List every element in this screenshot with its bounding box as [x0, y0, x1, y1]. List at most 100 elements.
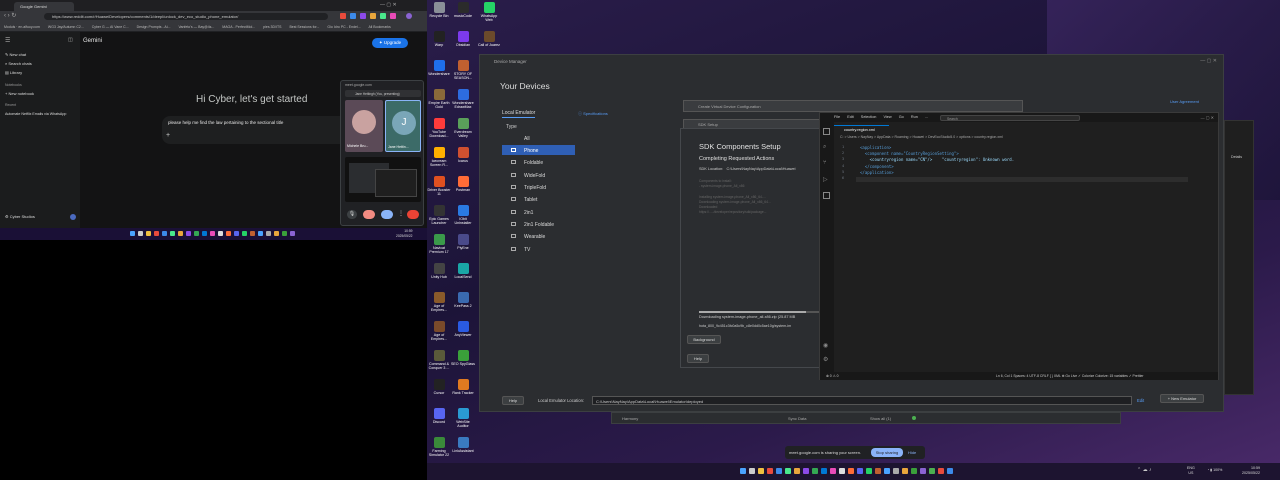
app-icon[interactable] [218, 231, 223, 236]
help-button[interactable]: Help [502, 396, 524, 405]
bookmark[interactable]: Best Sessions for... [289, 25, 319, 29]
menu-edit[interactable]: Edit [847, 115, 854, 119]
bookmark[interactable]: Moduls · en.alfuoy.com [4, 25, 40, 29]
bookmark[interactable]: Vanfeto's — Bay@4s... [178, 25, 214, 29]
bookmark[interactable]: pies 3D/ITS [263, 25, 281, 29]
app-icon[interactable] [282, 231, 287, 236]
camera-off-icon[interactable] [363, 210, 375, 219]
app-icon[interactable] [258, 231, 263, 236]
desktop-icon[interactable]: Recycle Bin [427, 2, 451, 18]
sync-label[interactable]: Sync Data [788, 416, 806, 421]
taskbar-app-icon[interactable] [866, 468, 872, 474]
window-controls[interactable]: — ▢ ✕ [1201, 115, 1214, 120]
desktop-icon[interactable]: Empire Earth Gold [427, 89, 451, 109]
desktop-icon[interactable]: YouTube Download... [427, 118, 451, 138]
desktop-icon[interactable]: AnyViewer [451, 321, 475, 337]
clock[interactable]: 10:59 2025/05/22 [396, 229, 413, 238]
add-icon[interactable]: + [166, 132, 170, 139]
bookmark[interactable]: Cyber G — AI Vane C... [92, 25, 129, 29]
breadcrumb[interactable]: C: > Users > NayNay > AppData > Roaming … [840, 135, 1003, 139]
more-icon[interactable]: ⋮ [398, 210, 404, 217]
mic-icon[interactable]: 🎙 [347, 210, 357, 219]
taskbar-app-icon[interactable] [776, 468, 782, 474]
desktop-icon[interactable]: Unity Hub [427, 263, 451, 279]
desktop-icon[interactable]: Epic Games Launcher [427, 205, 451, 225]
app-icon[interactable] [290, 231, 295, 236]
taskbar-app-icon[interactable] [848, 468, 854, 474]
background-button[interactable]: Background [687, 335, 721, 344]
app-icon[interactable] [186, 231, 191, 236]
taskbar-app-icon[interactable] [749, 468, 755, 474]
menu-selection[interactable]: Selection [861, 115, 877, 119]
hangup-button[interactable] [407, 210, 419, 219]
extension-icons[interactable] [340, 12, 420, 20]
taskbar-app-icon[interactable] [758, 468, 764, 474]
bookmark[interactable]: MAGA - PerfectMol... [222, 25, 255, 29]
desktop-icon[interactable]: Wondershare EdrawMax [451, 89, 475, 109]
run-debug-icon[interactable]: ▷ [823, 176, 828, 183]
avatar[interactable] [70, 214, 76, 220]
desktop-icon[interactable]: Icarus [451, 147, 475, 163]
present-icon[interactable] [381, 210, 393, 219]
desktop-icon[interactable]: Discord [427, 408, 451, 424]
taskbar-app-icon[interactable] [740, 468, 746, 474]
app-icon[interactable] [266, 231, 271, 236]
code-line[interactable]: <component name="CountryRegionSetting"> [860, 151, 959, 156]
whatsapp-icon[interactable] [242, 231, 247, 236]
desktop-icon[interactable]: Age of Empires... [427, 292, 451, 312]
desktop-icon[interactable]: LinkAssistant [451, 437, 475, 453]
type-item-all[interactable]: All [502, 133, 575, 143]
battery-indicator[interactable]: ◔ ▮ 100% [1207, 468, 1222, 472]
app-icon[interactable] [250, 231, 255, 236]
desktop-icon[interactable]: Everdream Valley [451, 118, 475, 138]
desktop-icon[interactable]: Command & Conquer 3 ... [427, 350, 451, 370]
desktop-icon[interactable]: IObit Uninstaller [451, 205, 475, 225]
desktop-icon[interactable]: WhatsApp Web [477, 2, 501, 22]
app-icon[interactable] [178, 231, 183, 236]
new-chat-button[interactable]: ✎ New chat [5, 52, 26, 57]
taskbar-app-icon[interactable] [812, 468, 818, 474]
all-bookmarks[interactable]: All Bookmarks [368, 25, 390, 29]
desktop-icon[interactable]: Age of Empires... [427, 321, 451, 341]
menu-file[interactable]: File [834, 115, 840, 119]
recent-chat-item[interactable]: Automate Netflix Emails via WhatsApp [5, 112, 66, 116]
source-control-icon[interactable]: ⑂ [823, 160, 827, 166]
explorer-icon[interactable] [146, 231, 151, 236]
editor-tab[interactable]: country.region.xml [834, 125, 889, 133]
gear-icon[interactable]: ⚙ [823, 356, 828, 363]
location-input[interactable]: C:\Users\NayNay\AppData\Local\Huawei\Emu… [592, 396, 1132, 405]
taskbar-app-icon[interactable] [893, 468, 899, 474]
desktop-icon[interactable]: Driver Booster 11 [427, 176, 451, 196]
type-item-phone[interactable]: Phone [502, 145, 575, 155]
search-icon[interactable] [138, 231, 143, 236]
desktop-icon[interactable]: Rank Tracker [451, 379, 475, 395]
project-label[interactable]: Harmony [622, 416, 638, 421]
taskbar-app-icon[interactable] [920, 468, 926, 474]
account-icon[interactable]: ◉ [823, 342, 828, 349]
desktop-icon[interactable]: PlyEne [451, 234, 475, 250]
tab-local-emulator[interactable]: Local Emulator [502, 110, 536, 118]
library-button[interactable]: ▤ Library [5, 70, 22, 75]
code-line[interactable]: </component> [860, 164, 894, 169]
tray-icons[interactable]: ⌃ ☁ ♪ [1137, 467, 1151, 473]
desktop-icon[interactable]: Navicat Premium 17 [427, 234, 451, 254]
desktop-icon[interactable]: musicCode [451, 2, 475, 18]
show-all-link[interactable]: Show all (1) [870, 416, 891, 421]
chrome-icon[interactable] [194, 231, 199, 236]
search-chats-button[interactable]: ⌕ Search chats [5, 61, 32, 66]
bookmark[interactable]: WG3 Jay/Autumn C2... [48, 25, 84, 29]
help-button[interactable]: Help [687, 354, 709, 363]
app-icon[interactable] [210, 231, 215, 236]
command-search-input[interactable]: Search [940, 115, 1080, 121]
explorer-icon[interactable] [823, 128, 830, 135]
browser-tab[interactable]: Google Gemini [14, 2, 74, 11]
taskbar-app-icon[interactable] [830, 468, 836, 474]
type-item-2in1-foldable[interactable]: 2in1 Foldable [502, 219, 575, 229]
app-title[interactable]: Gemini [83, 38, 102, 44]
bookmark[interactable]: Design Prompts - Ai... [137, 25, 171, 29]
bookmark[interactable]: Gio Idro PC - Endel... [327, 25, 360, 29]
taskbar-app-icon[interactable] [875, 468, 881, 474]
type-item-tablet[interactable]: Tablet [502, 194, 575, 204]
taskbar-app-icon[interactable] [785, 468, 791, 474]
new-emulator-button[interactable]: + New Emulator [1160, 394, 1204, 403]
